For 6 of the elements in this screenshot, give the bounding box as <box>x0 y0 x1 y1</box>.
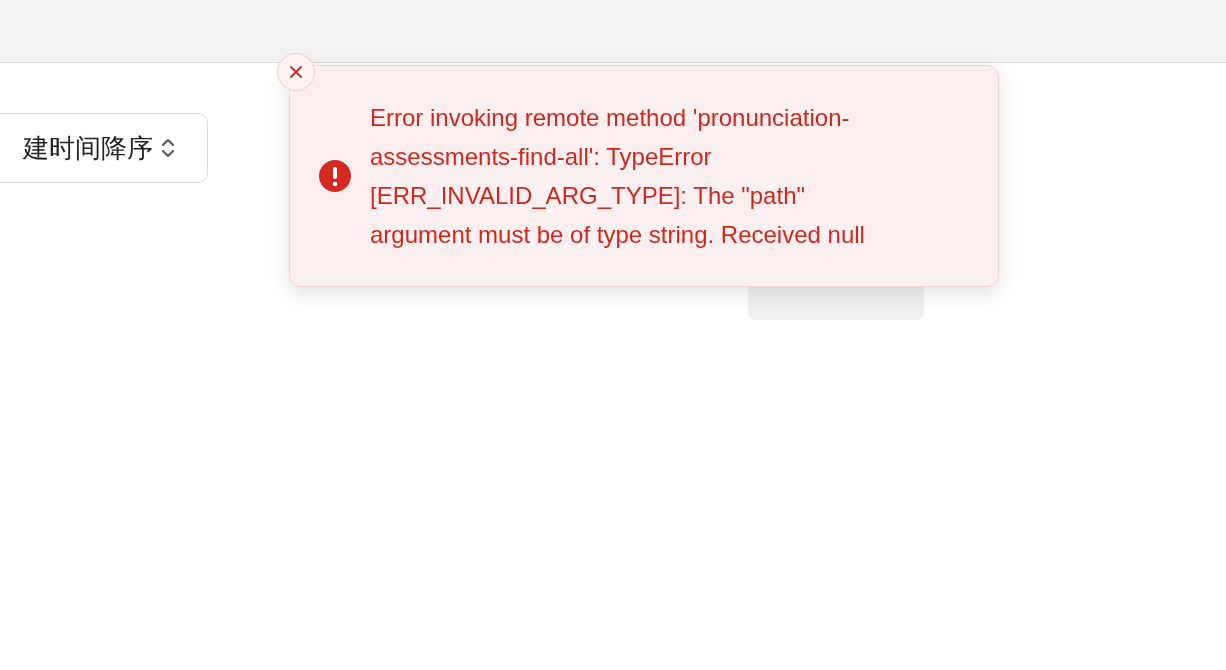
error-message: Error invoking remote method 'pronunciation-assessments-find-all': TypeError [ERR_INVALID_ARG_TYPE]: The "path" argument must be of type string. Received null <box>370 103 866 250</box>
sort-select[interactable]: 建时间降序 <box>0 113 208 183</box>
close-button[interactable] <box>277 53 315 91</box>
error-icon <box>318 159 352 193</box>
chevron-up-down-icon <box>161 137 175 159</box>
close-icon <box>289 65 303 79</box>
